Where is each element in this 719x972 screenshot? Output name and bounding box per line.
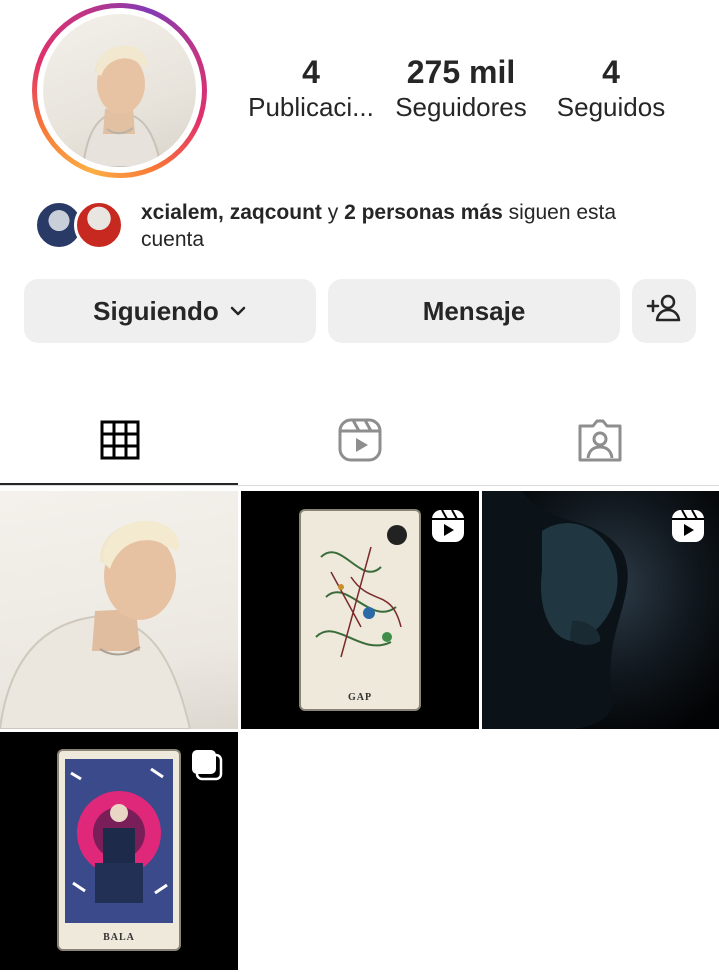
card-caption: GAP — [347, 692, 373, 703]
following-count-label: Seguidos — [556, 92, 666, 122]
following-count[interactable]: 4 Seguidos — [536, 54, 686, 124]
tab-tagged[interactable] — [480, 398, 719, 486]
posts-count-value: 4 — [302, 54, 320, 90]
followed-by-text: xcialem, zaqcount y 2 personas más sigue… — [141, 199, 681, 253]
followers-count[interactable]: 275 mil Seguidores — [386, 54, 536, 124]
reels-icon — [338, 418, 382, 467]
carousel-icon — [190, 748, 224, 782]
suggested-users-button[interactable] — [632, 279, 696, 343]
tab-reels[interactable] — [240, 398, 479, 486]
grid-icon — [100, 420, 140, 465]
tab-posts[interactable] — [0, 398, 239, 486]
following-button-label: Siguiendo — [93, 295, 219, 326]
following-button[interactable]: Siguiendo — [24, 279, 316, 343]
followed-by-more: 2 personas más — [344, 201, 503, 224]
profile-avatar[interactable] — [32, 3, 207, 178]
following-count-value: 4 — [602, 54, 620, 90]
post-image: GAP — [299, 509, 421, 711]
followers-count-value: 275 mil — [406, 54, 516, 90]
message-button[interactable]: Mensaje — [328, 279, 620, 343]
tabs-divider — [0, 485, 719, 486]
post-image — [0, 520, 192, 729]
followed-by-connector: y — [321, 201, 345, 224]
reel-icon — [671, 509, 705, 543]
post-thumbnail[interactable] — [482, 491, 719, 729]
posts-count-label: Publicaci... — [248, 92, 374, 122]
profile-stats: 4 Publicaci... 275 mil Seguidores 4 Segu… — [236, 54, 686, 124]
post-image: BALA — [57, 749, 181, 951]
mutual-avatars — [34, 200, 126, 250]
tagged-icon — [578, 418, 622, 467]
profile-photo — [43, 14, 196, 167]
post-thumbnail[interactable] — [0, 491, 238, 729]
posts-count[interactable]: 4 Publicaci... — [236, 54, 386, 124]
reel-icon — [431, 509, 465, 543]
profile-tabs — [0, 398, 719, 488]
followers-count-label: Seguidores — [395, 92, 527, 122]
post-thumbnail[interactable]: BALA — [0, 732, 238, 970]
post-thumbnail[interactable]: GAP — [241, 491, 479, 729]
chevron-down-icon — [229, 305, 247, 317]
mutual-avatar — [74, 200, 124, 250]
message-button-label: Mensaje — [422, 295, 526, 326]
add-person-icon — [646, 293, 682, 330]
followed-by-names: xcialem, zaqcount — [141, 201, 322, 224]
card-caption: BALA — [103, 932, 135, 943]
